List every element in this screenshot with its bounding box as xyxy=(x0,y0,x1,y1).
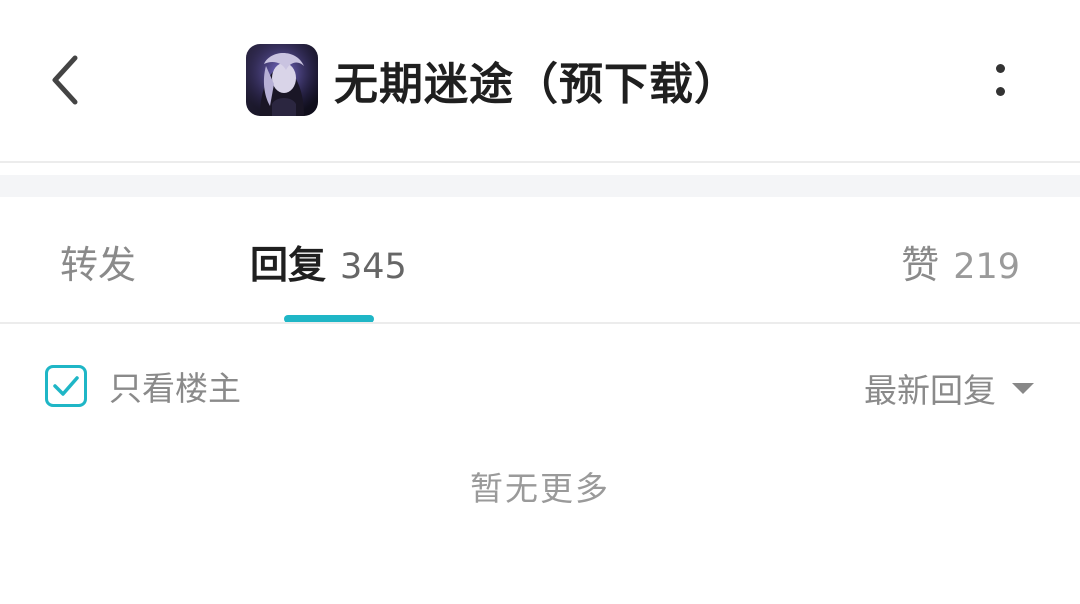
more-button[interactable] xyxy=(972,50,1028,110)
tab-like-count: 219 xyxy=(953,247,1020,287)
page-title: 无期迷途（预下载） xyxy=(334,59,739,110)
caret-down-icon xyxy=(1012,382,1034,394)
tab-like[interactable]: 赞 219 xyxy=(901,234,1020,288)
sort-label: 最新回复 xyxy=(864,371,996,410)
sort-dropdown[interactable]: 最新回复 xyxy=(864,364,1034,412)
game-avatar-icon xyxy=(246,44,318,116)
title-group: 无期迷途（预下载） xyxy=(246,44,739,116)
tab-reply-label: 回复 xyxy=(250,243,327,287)
only-owner-toggle[interactable]: 只看楼主 xyxy=(45,362,241,410)
back-button[interactable] xyxy=(30,45,100,115)
top-bar: 无期迷途（预下载） xyxy=(0,0,1080,163)
tab-reply[interactable]: 回复 345 xyxy=(250,234,407,288)
checkmark-icon xyxy=(53,376,79,396)
tab-reply-count: 345 xyxy=(340,247,407,287)
tab-forward-label: 转发 xyxy=(60,243,137,287)
chevron-left-icon xyxy=(52,55,78,105)
header-divider xyxy=(0,161,1080,163)
reply-page: 无期迷途（预下载） 转发 回复 345 赞 219 只看楼主 最新回复 暂无更多 xyxy=(0,0,1080,604)
empty-state-text: 暂无更多 xyxy=(470,469,610,508)
section-separator xyxy=(0,175,1080,197)
tabs-divider xyxy=(0,322,1080,324)
only-owner-checkbox[interactable] xyxy=(45,365,87,407)
tab-forward[interactable]: 转发 xyxy=(60,234,136,288)
only-owner-label: 只看楼主 xyxy=(109,369,241,408)
more-vertical-icon xyxy=(995,64,1005,73)
filter-row: 只看楼主 最新回复 xyxy=(0,344,1080,424)
tab-like-label: 赞 xyxy=(901,243,940,287)
tab-bar: 转发 回复 345 赞 219 xyxy=(0,198,1080,324)
